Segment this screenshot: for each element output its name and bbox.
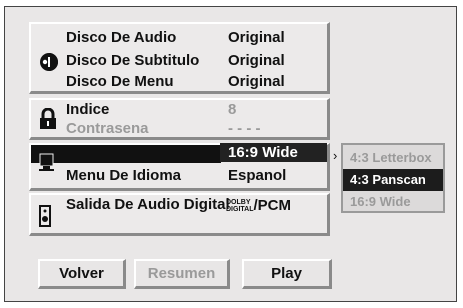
menu-language-label[interactable]: Menu De Idioma (66, 167, 181, 184)
rating-index-label[interactable]: Indice (66, 101, 109, 118)
aspect-option-letterbox[interactable]: 4:3 Letterbox (343, 147, 443, 169)
digital-audio-value[interactable]: DOLBY DIGITAL/PCM (226, 197, 291, 214)
menu-disc-label[interactable]: Disco De Menu (66, 73, 174, 90)
tv-aspect-value[interactable]: 16:9 Wide (220, 143, 327, 162)
password-label[interactable]: Contrasena (66, 120, 149, 137)
resume-button[interactable]: Resumen (134, 259, 230, 289)
password-value[interactable]: - - - - (228, 120, 260, 137)
tv-aspect-row-highlight[interactable] (31, 145, 221, 163)
tv-icon (37, 152, 57, 177)
subtitle-disc-value[interactable]: Original (228, 52, 285, 69)
disc-language-icon (39, 52, 59, 77)
aspect-option-wide[interactable]: 16:9 Wide (343, 191, 443, 213)
speaker-icon (38, 205, 52, 232)
digital-audio-label[interactable]: Salida De Audio Digital (66, 196, 230, 213)
back-button[interactable]: Volver (38, 259, 126, 289)
submenu-arrow-icon: › (333, 148, 338, 163)
menu-disc-value[interactable]: Original (228, 73, 285, 90)
dolby-digital-logo: DOLBY DIGITAL (226, 199, 254, 214)
play-button[interactable]: Play (242, 259, 332, 289)
aspect-submenu: 4:3 Letterbox 4:3 Panscan 16:9 Wide (341, 143, 445, 213)
audio-disc-value[interactable]: Original (228, 29, 285, 46)
lock-icon (39, 107, 57, 135)
menu-language-value[interactable]: Espanol (228, 167, 286, 184)
audio-disc-label[interactable]: Disco De Audio (66, 29, 176, 46)
rating-index-value[interactable]: 8 (228, 101, 236, 118)
aspect-option-panscan[interactable]: 4:3 Panscan (343, 169, 443, 191)
subtitle-disc-label[interactable]: Disco De Subtitulo (66, 52, 199, 69)
